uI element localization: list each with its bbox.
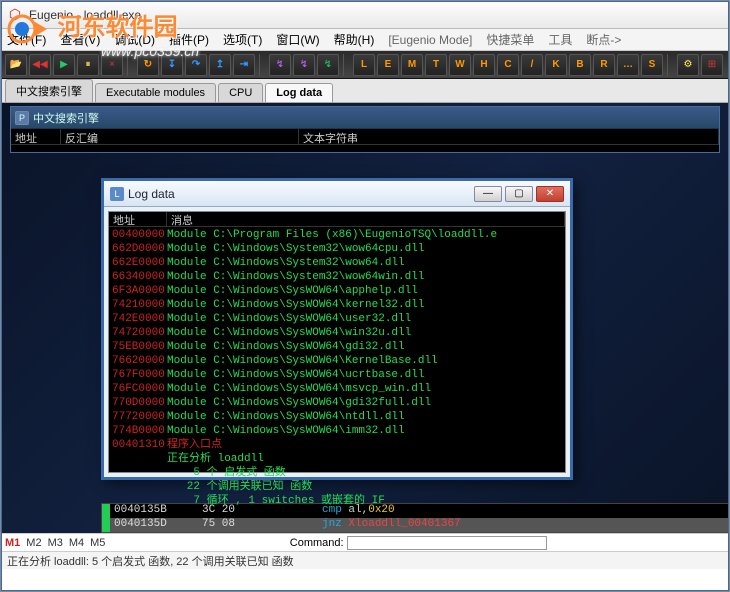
- log-row[interactable]: 662E0000Module C:\Windows\System32\wow64…: [109, 256, 565, 270]
- statusbar: 正在分析 loaddll: 5 个启发式 函数, 22 个调用关联已知 函数: [1, 551, 729, 569]
- tab[interactable]: 中文搜索引擎: [5, 79, 93, 102]
- log-row[interactable]: 770D0000Module C:\Windows\SysWOW64\gdi32…: [109, 396, 565, 410]
- toolbar-trace-icon[interactable]: ↯: [269, 54, 291, 76]
- tab[interactable]: CPU: [218, 83, 263, 102]
- log-col-message[interactable]: 消息: [167, 212, 565, 226]
- menu-item[interactable]: 断点->: [586, 31, 621, 48]
- maximize-button[interactable]: ▢: [505, 186, 533, 202]
- toolbar-c-button[interactable]: C: [497, 54, 519, 76]
- log-badge-icon: L: [110, 187, 124, 201]
- log-row[interactable]: 22 个调用关联已知 函数: [109, 480, 565, 494]
- tabbar: 中文搜索引擎Executable modulesCPULog data: [1, 79, 729, 103]
- log-row[interactable]: 7 循环 , 1 switches 或嵌套的 IF: [109, 494, 565, 508]
- memory-tab[interactable]: M1: [5, 537, 20, 549]
- log-row[interactable]: 正在分析 loaddll: [109, 452, 565, 466]
- menu-item[interactable]: 插件(P): [169, 31, 209, 48]
- log-body[interactable]: 00400000Module C:\Program Files (x86)\Eu…: [109, 227, 565, 509]
- toolbar-step-out-icon[interactable]: ↥: [209, 54, 231, 76]
- log-row[interactable]: 76620000Module C:\Windows\SysWOW64\Kerne…: [109, 354, 565, 368]
- tab[interactable]: Executable modules: [95, 83, 216, 102]
- log-row[interactable]: 767F0000Module C:\Windows\SysWOW64\ucrtb…: [109, 368, 565, 382]
- toolbar-e-button[interactable]: E: [377, 54, 399, 76]
- log-row[interactable]: 77720000Module C:\Windows\SysWOW64\ntdll…: [109, 410, 565, 424]
- tab[interactable]: Log data: [265, 83, 333, 102]
- toolbar-slash-button[interactable]: /: [521, 54, 543, 76]
- log-row[interactable]: 75EB0000Module C:\Windows\SysWOW64\gdi32…: [109, 340, 565, 354]
- search-columns: 地址 反汇编 文本字符串: [11, 129, 719, 145]
- toolbar-m-button[interactable]: M: [401, 54, 423, 76]
- toolbar-r-button[interactable]: R: [593, 54, 615, 76]
- menu-item[interactable]: 查看(V): [60, 31, 100, 48]
- toolbar-b-button[interactable]: B: [569, 54, 591, 76]
- toolbar-ellipsis-button[interactable]: …: [617, 54, 639, 76]
- workspace: P 中文搜索引擎 地址 反汇编 文本字符串 L Log data — ▢ ✕ 地…: [1, 103, 729, 533]
- log-col-address[interactable]: 地址: [109, 212, 167, 226]
- menu-item[interactable]: [Eugenio Mode]: [388, 33, 472, 47]
- menu-item[interactable]: 工具: [548, 31, 572, 48]
- menu-item[interactable]: 调试(D): [114, 31, 155, 48]
- col-address[interactable]: 地址: [11, 129, 61, 144]
- toolbar-step-over-icon[interactable]: ↷: [185, 54, 207, 76]
- menubar: 文件(F) 查看(V) 调试(D) 插件(P) 选项(T) 窗口(W) 帮助(H) [Euge…: [1, 29, 729, 51]
- toolbar-step-into-icon[interactable]: ↧: [161, 54, 183, 76]
- log-titlebar[interactable]: L Log data — ▢ ✕: [104, 181, 570, 207]
- log-row[interactable]: 00401310程序入口点: [109, 438, 565, 452]
- search-panel: P 中文搜索引擎 地址 反汇编 文本字符串: [10, 106, 720, 153]
- log-row[interactable]: 66340000Module C:\Windows\System32\wow64…: [109, 270, 565, 284]
- col-string[interactable]: 文本字符串: [299, 129, 719, 144]
- command-input[interactable]: [347, 536, 547, 550]
- log-title: Log data: [128, 187, 474, 201]
- log-row[interactable]: 5 个 启发式 函数: [109, 466, 565, 480]
- toolbar-settings-icon[interactable]: ⚙: [677, 54, 699, 76]
- log-window: L Log data — ▢ ✕ 地址 消息 00400000Module C:…: [101, 178, 573, 480]
- log-row[interactable]: 74210000Module C:\Windows\SysWOW64\kerne…: [109, 298, 565, 312]
- toolbar-play-icon[interactable]: ▶: [53, 54, 75, 76]
- toolbar: 📂 ◀◀ ▶ ⏸ × ↻ ↧ ↷ ↥ ⇥ ↯ ↯ ↯ L E M T W H C…: [1, 51, 729, 79]
- toolbar-run-to-icon[interactable]: ⇥: [233, 54, 255, 76]
- toolbar-t-button[interactable]: T: [425, 54, 447, 76]
- menu-item[interactable]: 选项(T): [223, 31, 262, 48]
- toolbar-restart-icon[interactable]: ↻: [137, 54, 159, 76]
- toolbar-rewind-icon[interactable]: ◀◀: [29, 54, 51, 76]
- memory-tab[interactable]: M4: [69, 537, 84, 549]
- asm-line[interactable]: 0040135D75 08jnz Xloaddll_00401367: [102, 518, 728, 532]
- menu-item[interactable]: 帮助(H): [334, 31, 375, 48]
- search-panel-title: 中文搜索引擎: [33, 110, 99, 126]
- toolbar-w-button[interactable]: W: [449, 54, 471, 76]
- toolbar-pause-icon[interactable]: ⏸: [77, 54, 99, 76]
- memory-tab[interactable]: M5: [90, 537, 105, 549]
- titlebar: ⬡ Eugenio - loaddll.exe: [1, 1, 729, 29]
- toolbar-animate-icon[interactable]: ↯: [317, 54, 339, 76]
- toolbar-k-button[interactable]: K: [545, 54, 567, 76]
- close-button[interactable]: ✕: [536, 186, 564, 202]
- log-columns: 地址 消息: [109, 212, 565, 227]
- toolbar-s-button[interactable]: S: [641, 54, 663, 76]
- log-row[interactable]: 74720000Module C:\Windows\SysWOW64\win32…: [109, 326, 565, 340]
- toolbar-stop-icon[interactable]: ×: [101, 54, 123, 76]
- memory-tab[interactable]: M3: [48, 537, 63, 549]
- col-disasm[interactable]: 反汇编: [61, 129, 299, 144]
- log-row[interactable]: 662D0000Module C:\Windows\System32\wow64…: [109, 242, 565, 256]
- toolbar-open-icon[interactable]: 📂: [5, 54, 27, 76]
- toolbar-grid-icon[interactable]: ⊞: [701, 54, 723, 76]
- toolbar-trace2-icon[interactable]: ↯: [293, 54, 315, 76]
- memory-tabs-row: M1 M2 M3 M4 M5 Command:: [1, 533, 729, 551]
- panel-badge-icon: P: [15, 111, 29, 125]
- menu-item[interactable]: 窗口(W): [276, 31, 319, 48]
- command-label: Command:: [290, 537, 344, 549]
- log-row[interactable]: 76FC0000Module C:\Windows\SysWOW64\msvcp…: [109, 382, 565, 396]
- minimize-button[interactable]: —: [474, 186, 502, 202]
- log-row[interactable]: 6F3A0000Module C:\Windows\SysWOW64\apphe…: [109, 284, 565, 298]
- menu-item[interactable]: 文件(F): [7, 31, 46, 48]
- window-title: Eugenio - loaddll.exe: [29, 8, 141, 22]
- log-row[interactable]: 00400000Module C:\Program Files (x86)\Eu…: [109, 228, 565, 242]
- memory-tab[interactable]: M2: [26, 537, 41, 549]
- log-row[interactable]: 774B0000Module C:\Windows\SysWOW64\imm32…: [109, 424, 565, 438]
- log-row[interactable]: 742E0000Module C:\Windows\SysWOW64\user3…: [109, 312, 565, 326]
- app-icon: ⬡: [7, 7, 23, 23]
- menu-item[interactable]: 快捷菜单: [486, 31, 534, 48]
- toolbar-h-button[interactable]: H: [473, 54, 495, 76]
- toolbar-l-button[interactable]: L: [353, 54, 375, 76]
